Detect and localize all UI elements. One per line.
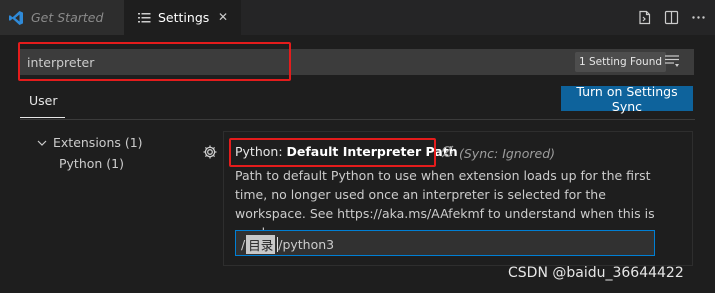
- path-value-prefix: /: [241, 237, 246, 252]
- toc-label: Extensions (1): [53, 135, 143, 150]
- tab-label: Get Started: [31, 10, 104, 25]
- tab-settings[interactable]: Settings ✕: [124, 0, 241, 35]
- settings-search-input[interactable]: [27, 49, 567, 75]
- open-json-icon[interactable]: [636, 9, 653, 26]
- settings-found-badge: 1 Setting Found: [575, 52, 667, 72]
- close-icon[interactable]: ✕: [217, 11, 229, 23]
- setting-category: Python:: [235, 144, 287, 159]
- editor-tab-bar: Get Started Settings ✕: [0, 0, 715, 35]
- filter-icon[interactable]: [664, 54, 682, 70]
- setting-name: Default Interpreter Path: [286, 144, 458, 159]
- more-actions-icon[interactable]: [690, 9, 707, 26]
- default-interpreter-path-input[interactable]: / 目录/python3: [235, 230, 655, 256]
- toc-item-python[interactable]: Python (1): [59, 156, 124, 171]
- setting-title: Python: Default Interpreter Path: [235, 144, 458, 159]
- path-value-selected: 目录: [246, 235, 276, 254]
- chevron-down-icon: [37, 139, 47, 147]
- toc-item-extensions[interactable]: Extensions (1): [37, 135, 143, 150]
- scope-divider: [20, 119, 695, 120]
- path-value-suffix: /python3: [278, 237, 335, 252]
- watermark: CSDN @baidu_36644422: [508, 265, 684, 281]
- sync-ignored-status: (Sync: Ignored): [440, 144, 555, 162]
- sync-ignored-icon: [440, 144, 455, 162]
- split-editor-icon[interactable]: [663, 9, 680, 26]
- path-input-value: / 目录/python3: [241, 235, 334, 254]
- vscode-logo-icon: [8, 10, 24, 26]
- settings-lines-icon: [138, 12, 151, 24]
- gear-icon[interactable]: [202, 144, 218, 160]
- tab-get-started[interactable]: Get Started: [0, 0, 124, 35]
- turn-on-settings-sync-button[interactable]: Turn on Settings Sync: [561, 84, 693, 114]
- sync-ignored-label: (Sync: Ignored): [459, 145, 556, 161]
- tab-user-settings[interactable]: User: [29, 93, 58, 108]
- user-tab-underline: [20, 117, 65, 118]
- tab-label: Settings: [158, 10, 210, 25]
- editor-actions: [636, 9, 707, 26]
